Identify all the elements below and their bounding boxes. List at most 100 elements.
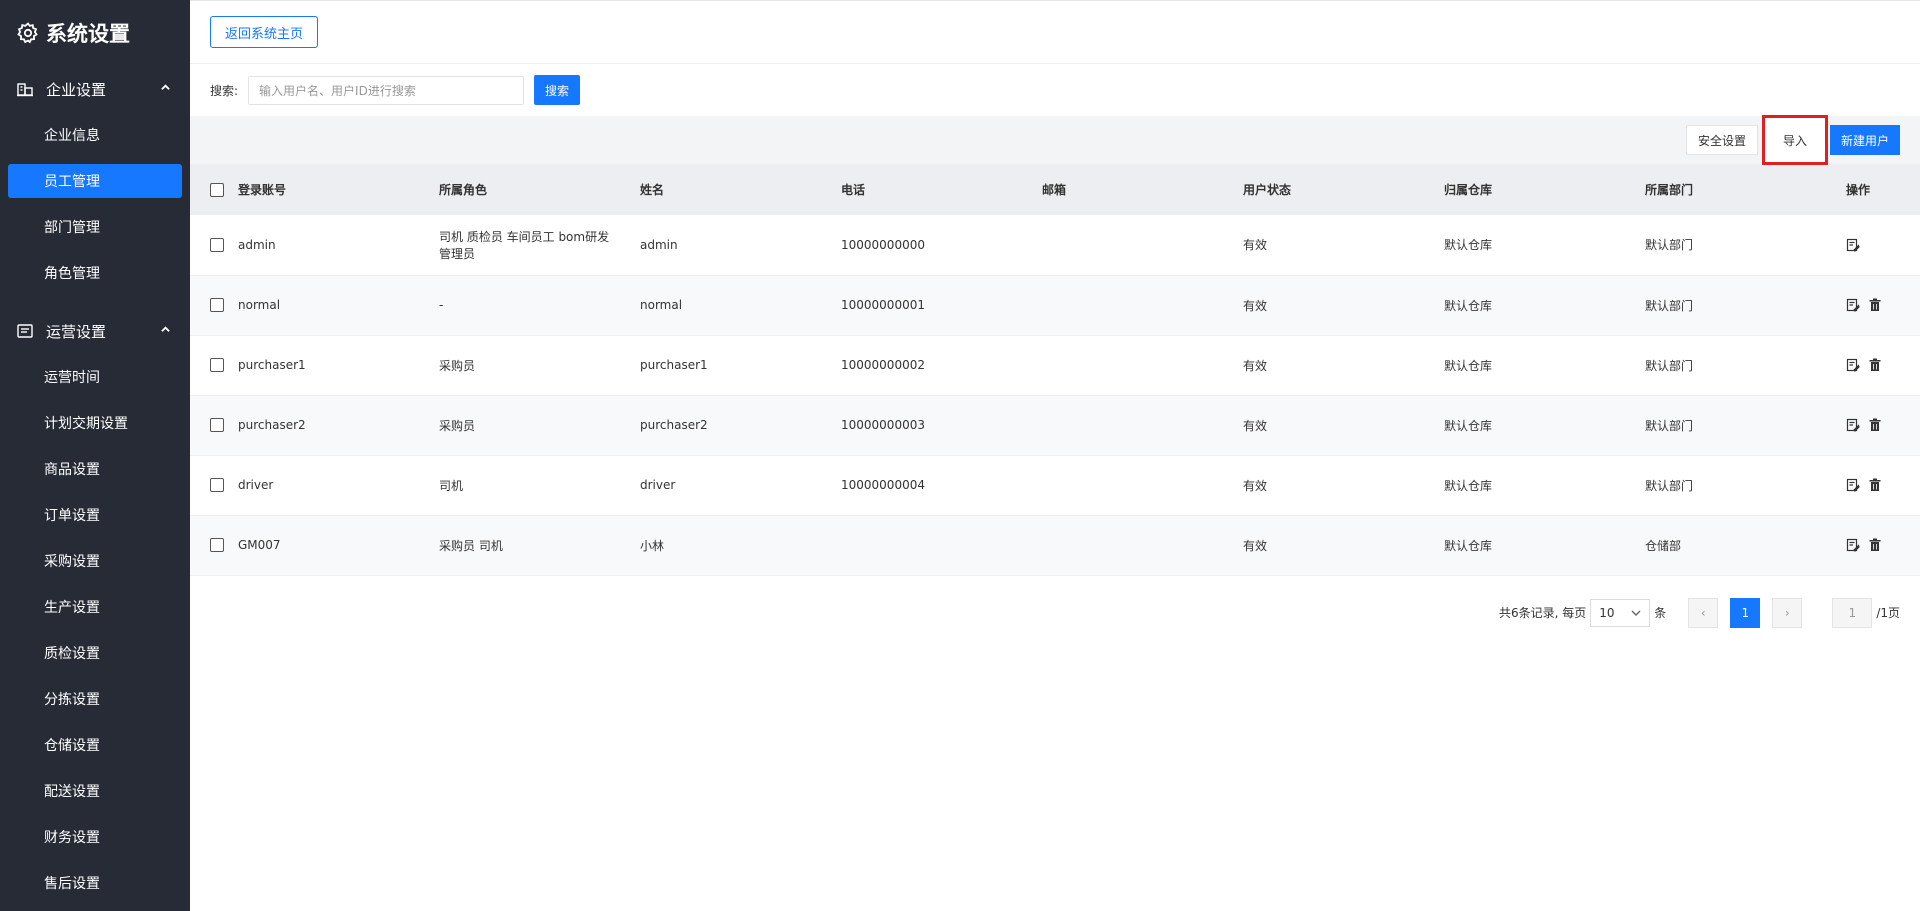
- import-button[interactable]: 导入: [1761, 115, 1828, 165]
- sidebar-item-role-management[interactable]: 角色管理: [0, 250, 190, 296]
- sidebar-item-product-settings[interactable]: 商品设置: [0, 446, 190, 492]
- table-cell: 默认部门: [1645, 238, 1694, 253]
- table-cell: 有效: [1243, 238, 1268, 253]
- table-cell: [841, 515, 1042, 575]
- chevron-up-icon: [161, 326, 170, 332]
- sidebar-item-order-settings[interactable]: 订单设置: [0, 492, 190, 538]
- table-cell: 有效: [1243, 298, 1268, 313]
- row-checkbox[interactable]: [210, 478, 224, 493]
- sidebar-item-distribution-settings[interactable]: 配送设置: [0, 768, 190, 814]
- trash-icon[interactable]: [1868, 298, 1882, 312]
- table-row: normal - normal 10000000001 有效 默认仓库 默认部门: [190, 275, 1920, 335]
- current-page-button[interactable]: 1: [1730, 597, 1761, 628]
- table-cell: 10000000004: [841, 478, 925, 492]
- total-records-text: 共6条记录, 每页: [1499, 606, 1587, 620]
- table-cell: 默认仓库: [1444, 538, 1493, 553]
- sidebar-item-staff-management[interactable]: 员工管理: [8, 164, 182, 198]
- main-content: 返回系统主页 搜索: 输入用户名、用户ID进行搜索 搜索 安全设置 导入 新建用…: [190, 0, 1920, 911]
- edit-icon[interactable]: [1846, 358, 1860, 372]
- table-cell: 司机 质检员 车间员工 bom研发管理员: [439, 229, 610, 261]
- table-cell: 默认仓库: [1444, 238, 1493, 253]
- sidebar-item-qc-settings[interactable]: 质检设置: [0, 630, 190, 676]
- column-header: 操作: [1846, 183, 1871, 197]
- table-cell: purchaser2: [640, 418, 708, 432]
- table-cell: [1042, 395, 1243, 455]
- row-checkbox[interactable]: [210, 358, 224, 373]
- row-checkbox[interactable]: [210, 538, 224, 553]
- table-cell: [1042, 455, 1243, 515]
- row-actions: [1846, 238, 1920, 252]
- table-cell: driver: [238, 478, 274, 492]
- edit-icon[interactable]: [1846, 298, 1860, 312]
- row-checkbox[interactable]: [210, 418, 224, 433]
- trash-icon[interactable]: [1868, 538, 1882, 552]
- chevron-down-icon: [1631, 610, 1641, 616]
- edit-icon[interactable]: [1846, 478, 1860, 492]
- row-actions: [1846, 538, 1920, 552]
- sidebar-item-purchase-settings[interactable]: 采购设置: [0, 538, 190, 584]
- search-bar: 搜索: 输入用户名、用户ID进行搜索 搜索: [190, 64, 1920, 116]
- edit-icon[interactable]: [1846, 238, 1860, 252]
- table-cell: normal: [238, 298, 281, 312]
- page-size-select[interactable]: 10: [1590, 598, 1651, 627]
- sidebar-item-delivery-plan[interactable]: 计划交期设置: [0, 400, 190, 446]
- column-header: 用户状态: [1243, 183, 1292, 197]
- sidebar-item-finance-settings[interactable]: 财务设置: [0, 814, 190, 860]
- edit-icon[interactable]: [1846, 538, 1860, 552]
- back-to-home-button[interactable]: 返回系统主页: [210, 16, 319, 48]
- trash-icon[interactable]: [1868, 418, 1882, 432]
- table-cell: 默认仓库: [1444, 298, 1493, 313]
- sidebar-item-production-settings[interactable]: 生产设置: [0, 584, 190, 630]
- sidebar-item-sorting-settings[interactable]: 分拣设置: [0, 676, 190, 722]
- sidebar-item-company-info[interactable]: 企业信息: [0, 112, 190, 158]
- sidebar-item-aftersales-settings[interactable]: 售后设置: [0, 860, 190, 906]
- table-cell: 司机: [439, 478, 464, 493]
- sidebar-title: 系统设置: [46, 22, 130, 46]
- prev-page-button[interactable]: ‹: [1688, 597, 1719, 628]
- table-cell: 默认部门: [1645, 298, 1694, 313]
- goto-page-input[interactable]: 1: [1832, 597, 1873, 628]
- table-cell: [1042, 515, 1243, 575]
- column-header: 电话: [841, 183, 866, 197]
- table-cell: -: [439, 298, 444, 312]
- table-cell: 采购员 司机: [439, 538, 503, 553]
- column-header: 邮箱: [1042, 183, 1067, 197]
- row-actions: [1846, 358, 1920, 372]
- page-size-value: 10: [1599, 605, 1615, 620]
- sidebar-item-department-management[interactable]: 部门管理: [0, 204, 190, 250]
- edit-icon[interactable]: [1846, 418, 1860, 432]
- page-size-unit: 条: [1654, 606, 1667, 620]
- sidebar-group-operations[interactable]: 运营设置: [0, 308, 190, 354]
- new-user-button[interactable]: 新建用户: [1829, 125, 1900, 155]
- table-header-row: 登录账号 所属角色 姓名 电话 邮箱 用户状态 归属仓库 所属部门 操作: [190, 164, 1920, 215]
- pagination: 共6条记录, 每页 10 条 ‹ 1 › 1 /1页: [190, 597, 1920, 628]
- gear-icon: [17, 22, 38, 44]
- building-icon: [17, 83, 33, 97]
- table-cell: 采购员: [439, 358, 476, 373]
- table-cell: 默认仓库: [1444, 478, 1493, 493]
- table-cell: 默认仓库: [1444, 358, 1493, 373]
- search-button[interactable]: 搜索: [534, 75, 581, 105]
- sidebar-group-label: 企业设置: [46, 80, 107, 99]
- table-cell: 有效: [1243, 418, 1268, 433]
- row-checkbox[interactable]: [210, 238, 224, 252]
- sidebar-group-enterprise[interactable]: 企业设置: [0, 66, 190, 112]
- row-checkbox[interactable]: [210, 298, 224, 313]
- sidebar-item-operating-hours[interactable]: 运营时间: [0, 354, 190, 400]
- security-settings-button[interactable]: 安全设置: [1685, 125, 1758, 155]
- search-input[interactable]: 输入用户名、用户ID进行搜索: [248, 75, 525, 105]
- select-all-checkbox[interactable]: [210, 182, 224, 197]
- sidebar-item-warehouse-settings[interactable]: 仓储设置: [0, 722, 190, 768]
- table-cell: 仓储部: [1645, 538, 1682, 553]
- trash-icon[interactable]: [1868, 358, 1882, 372]
- topbar: 返回系统主页: [190, 0, 1920, 64]
- table-toolbar: 安全设置 导入 新建用户: [190, 115, 1920, 165]
- table-cell: 10000000002: [841, 358, 925, 372]
- trash-icon[interactable]: [1868, 478, 1882, 492]
- table-cell: driver: [640, 478, 676, 492]
- table-cell: 10000000003: [841, 418, 925, 432]
- table-cell: admin: [238, 237, 276, 252]
- next-page-button[interactable]: ›: [1772, 597, 1803, 628]
- row-actions: [1846, 298, 1920, 312]
- row-actions: [1846, 478, 1920, 492]
